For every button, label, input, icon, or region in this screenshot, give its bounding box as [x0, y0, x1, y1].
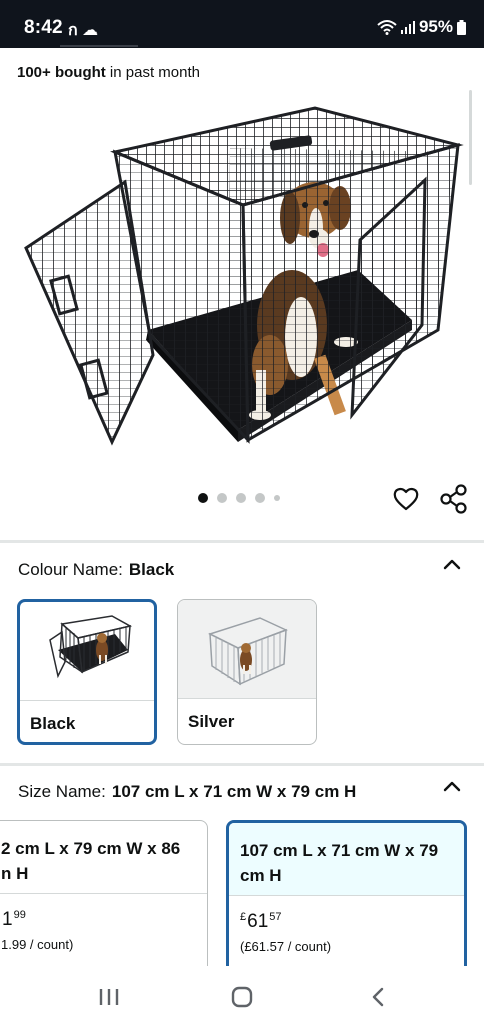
nav-recents-icon[interactable]: [94, 986, 124, 1008]
size-option-title: 107 cm L x 71 cm W x 79 cm H: [240, 841, 439, 885]
colour-value: Black: [128, 560, 175, 579]
bought-suffix: in past month: [105, 64, 200, 81]
price-per-count: (£61.57 / count): [240, 939, 332, 954]
swatch-label: Black: [30, 714, 76, 733]
colour-name-row: Colour Name: Black: [18, 560, 174, 580]
social-proof: 100+ bought in past month: [17, 64, 200, 81]
tab-indicator: [60, 45, 138, 47]
size-value: 107 cm L x 71 cm W x 79 cm H: [111, 782, 357, 801]
size-name-row: Size Name: 107 cm L x 71 cm W x 79 cm H: [18, 782, 356, 802]
status-bar: 8:42 ก ☁ 95%: [0, 0, 484, 48]
silver-crate-thumbnail: [178, 600, 316, 698]
size-option-header: 107 cm L x 71 cm W x 79 cm H: [229, 823, 464, 895]
size-option-card[interactable]: 2 cm L x 79 cm W x 86 n H 199 1.99 / cou…: [0, 820, 208, 980]
swatch-label: Silver: [188, 712, 235, 731]
bought-count: 100+ bought: [17, 64, 106, 81]
price-whole: 61: [247, 911, 269, 932]
price-currency: £: [240, 911, 247, 923]
black-crate-thumbnail: [49, 615, 133, 679]
card-divider: [0, 893, 207, 894]
page-dot[interactable]: [198, 493, 208, 503]
size-option-header: 2 cm L x 79 cm W x 86 n H: [0, 821, 207, 893]
nav-home-icon[interactable]: [227, 986, 257, 1008]
dog-crate-photo[interactable]: [20, 100, 465, 455]
size-option-price: 199: [1, 909, 26, 931]
notification-icons: ก ☁: [68, 22, 99, 39]
price-per-count: 1.99 / count): [1, 937, 74, 952]
nav-back-icon[interactable]: [364, 986, 394, 1008]
card-divider: [229, 895, 464, 896]
image-pagination[interactable]: [198, 493, 280, 503]
battery-percent: 95%: [418, 17, 453, 36]
section-divider: [0, 540, 484, 543]
page-dot[interactable]: [274, 495, 280, 501]
signal-icon: [400, 21, 415, 34]
colour-option-black[interactable]: Black: [17, 599, 157, 745]
wifi-icon: [377, 20, 397, 35]
scroll-indicator: [469, 90, 472, 185]
section-divider: [0, 763, 484, 766]
status-time: 8:42: [24, 17, 63, 38]
chevron-up-icon[interactable]: [442, 557, 462, 571]
page-dot[interactable]: [236, 493, 246, 503]
page-dot[interactable]: [217, 493, 227, 503]
price-fraction: 57: [269, 911, 282, 923]
price-fraction: 99: [13, 909, 26, 921]
heart-icon[interactable]: [392, 485, 420, 513]
swatch-divider: [178, 698, 316, 699]
page-dot[interactable]: [255, 493, 265, 503]
swatch-divider: [20, 700, 154, 701]
colour-label: Colour Name:: [18, 560, 123, 579]
system-nav-bar: [0, 966, 484, 1024]
size-option-title: 2 cm L x 79 cm W x 86 n H: [1, 839, 181, 883]
colour-option-silver[interactable]: Silver: [177, 599, 317, 745]
size-label: Size Name:: [18, 782, 106, 801]
size-option-card-selected[interactable]: 107 cm L x 71 cm W x 79 cm H £6157 (£61.…: [226, 820, 467, 980]
chevron-up-icon[interactable]: [442, 779, 462, 793]
battery-icon: [457, 19, 466, 35]
price-whole: 1: [2, 909, 13, 930]
size-option-price: £6157: [240, 911, 282, 933]
share-icon[interactable]: [440, 484, 468, 514]
status-indicators: 95%: [377, 17, 466, 37]
